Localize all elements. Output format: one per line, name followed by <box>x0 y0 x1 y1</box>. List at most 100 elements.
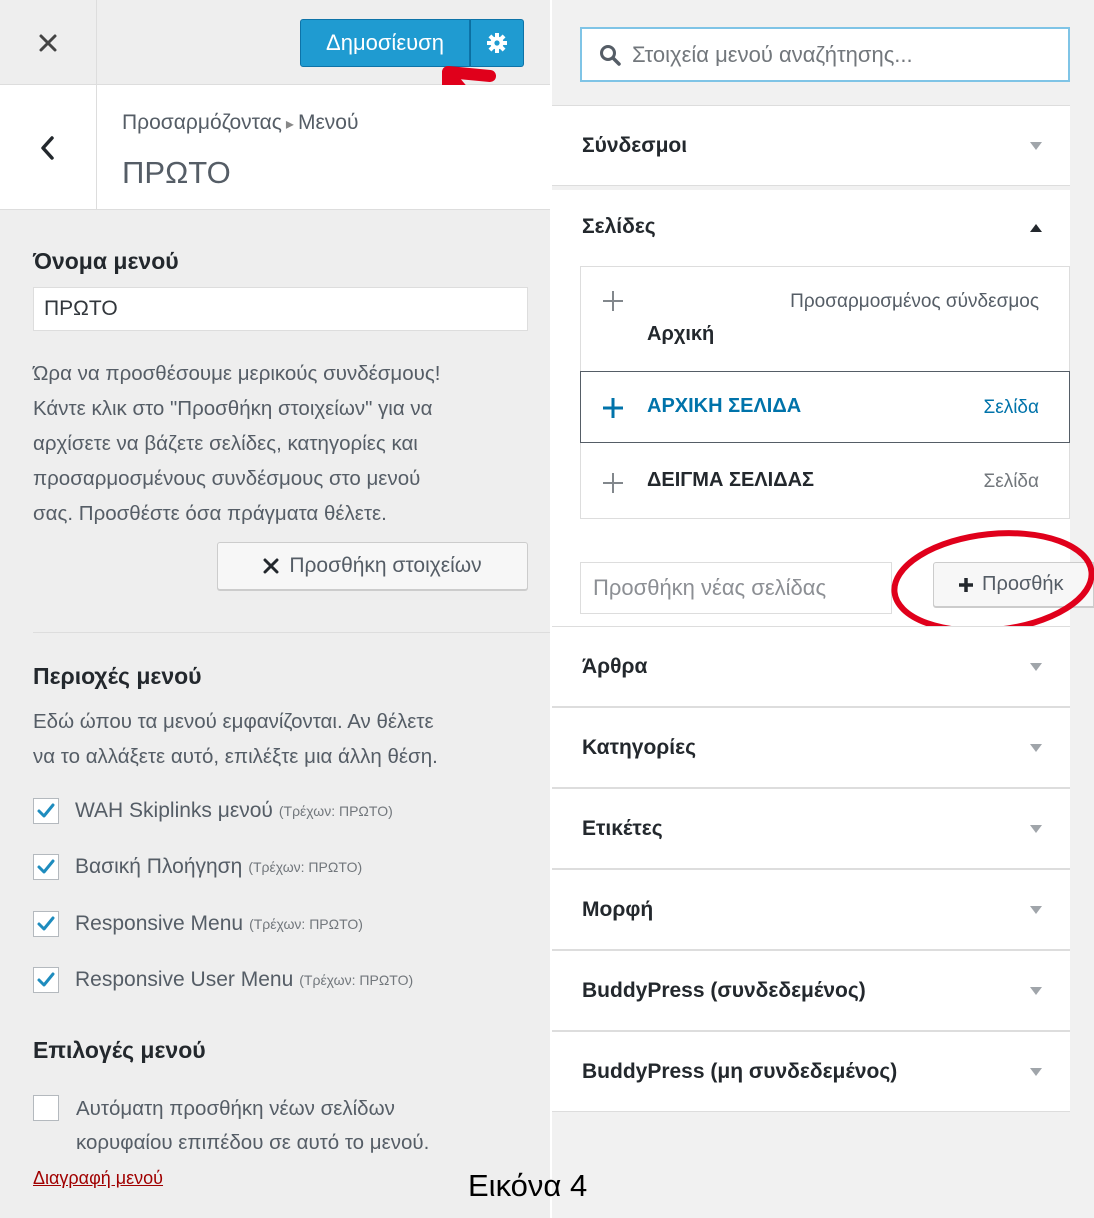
auto-add-line: κορυφαίου επιπέδου σε αυτό το μενού. <box>76 1131 430 1154</box>
checkmark-icon <box>37 916 55 931</box>
close-button[interactable] <box>0 0 97 85</box>
location-row-responsive-user: Responsive User Menu (Τρέχων: ΠΡΩΤΟ) <box>33 964 413 996</box>
item-title: Αρχική <box>647 323 715 345</box>
accordion-buddypress-logged-in[interactable]: BuddyPress (συνδεδεμένος) <box>552 950 1070 1031</box>
accordion-links[interactable]: Σύνδεσμοι <box>552 105 1070 186</box>
back-button[interactable] <box>0 85 97 210</box>
accordion-posts[interactable]: Άρθρα <box>552 626 1070 707</box>
accordion-format[interactable]: Μορφή <box>552 869 1070 950</box>
search-input[interactable] <box>632 41 1052 68</box>
location-current: (Τρέχων: ΠΡΩΤΟ) <box>278 803 393 819</box>
plus-icon <box>603 398 623 418</box>
intro-text: Ώρα να προσθέσουμε μερικούς συνδέσμους! … <box>33 356 440 531</box>
location-current: (Τρέχων: ΠΡΩΤΟ) <box>299 972 414 988</box>
plus-icon <box>603 473 623 493</box>
chevron-down-icon <box>1030 1067 1042 1076</box>
accordion-title: Μορφή <box>582 897 654 921</box>
accordion-title: BuddyPress (μη συνδεδεμένος) <box>582 1059 898 1083</box>
location-checkbox-responsive[interactable] <box>33 911 59 937</box>
location-checkbox-main-nav[interactable] <box>33 854 59 880</box>
desc-line: να το αλλάξετε αυτό, επιλέξτε μια άλλη θ… <box>33 745 438 768</box>
menu-locations-title: Περιοχές μενού <box>33 663 202 689</box>
accordion-buddypress-logged-out[interactable]: BuddyPress (μη συνδεδεμένος) <box>552 1031 1070 1112</box>
search-box <box>580 27 1070 82</box>
accordion-categories[interactable]: Κατηγορίες <box>552 707 1070 788</box>
section-header: Προσαρμόζοντας ▸ Μενού ΠΡΩΤΟ <box>0 85 550 210</box>
menu-locations-desc: Εδώ ώπου τα μενού εμφανίζονται. Αν θέλετ… <box>33 704 438 774</box>
publish-settings-button[interactable] <box>470 19 524 67</box>
chevron-down-icon <box>1030 905 1042 914</box>
auto-add-label: Αυτόματη προσθήκη νέων σελίδων κορυφαίου… <box>76 1092 429 1160</box>
location-label: Responsive Menu <box>75 912 244 935</box>
menu-name-input[interactable] <box>33 287 528 331</box>
breadcrumb-separator: ▸ <box>285 116 294 133</box>
desc-line: Εδώ ώπου τα μενού εμφανίζονται. Αν θέλετ… <box>33 710 434 733</box>
intro-line: αρχίσετε να βάζετε σελίδες, κατηγορίες κ… <box>33 432 418 455</box>
accordion-title: BuddyPress (συνδεδεμένος) <box>582 978 866 1002</box>
chevron-down-icon <box>1030 662 1042 671</box>
add-items-button[interactable]: Προσθήκη στοιχείων <box>217 542 528 590</box>
accordion-pages-header[interactable]: Σελίδες <box>552 190 1070 266</box>
search-icon <box>600 44 621 66</box>
accordion-title: Άρθρα <box>582 654 648 678</box>
close-icon <box>39 34 57 51</box>
breadcrumb: Προσαρμόζοντας ▸ Μενού <box>122 111 358 135</box>
auto-add-checkbox[interactable] <box>33 1095 59 1121</box>
list-item[interactable]: ΔΕΙΓΜΑ ΣΕΛΙΔΑΣ Σελίδα <box>581 443 1069 518</box>
auto-add-line: Αυτόματη προσθήκη νέων σελίδων <box>76 1097 395 1120</box>
chevron-up-icon <box>1030 224 1042 232</box>
list-item[interactable]: ΑΡΧΙΚΗ ΣΕΛΙΔΑ Σελίδα <box>580 371 1070 443</box>
pages-list: Προσαρμοσμένος σύνδεσμος Αρχική ΑΡΧΙΚΗ Σ… <box>580 266 1070 519</box>
customizer-sidebar: Δημοσίευση Προσαρμόζοντας ▸ Μενού ΠΡΩΤΟ … <box>0 0 550 1218</box>
location-row-responsive: Responsive Menu (Τρέχων: ΠΡΩΤΟ) <box>33 908 363 940</box>
item-title: ΔΕΙΓΜΑ ΣΕΛΙΔΑΣ <box>647 469 815 491</box>
location-checkbox-responsive-user[interactable] <box>33 967 59 993</box>
figure-caption: Εικόνα 4 <box>468 1168 588 1203</box>
location-label: WAH Skiplinks μενού <box>75 799 273 822</box>
intro-line: Κάντε κλικ στο "Προσθήκη στοιχείων" για … <box>33 397 433 420</box>
accordion-title: Ετικέτες <box>582 816 663 840</box>
annotation-circle-icon <box>891 530 1094 634</box>
new-page-input[interactable] <box>580 562 892 614</box>
publish-button[interactable]: Δημοσίευση <box>300 19 470 67</box>
delete-menu-link[interactable]: Διαγραφή μενού <box>33 1168 163 1189</box>
page-title: ΠΡΩΤΟ <box>122 155 231 190</box>
checkmark-icon <box>37 972 55 987</box>
breadcrumb-current: Μενού <box>297 111 359 134</box>
item-type: Προσαρμοσμένος σύνδεσμος <box>790 291 1039 312</box>
intro-line: σας. Προσθέστε όσα πράγματα θέλετε. <box>33 502 387 525</box>
add-items-label: Προσθήκη στοιχείων <box>289 554 482 577</box>
chevron-down-icon <box>1030 743 1042 752</box>
divider <box>33 632 550 633</box>
chevron-left-icon <box>41 135 54 160</box>
intro-line: Ώρα να προσθέσουμε μερικούς συνδέσμους! <box>33 362 441 385</box>
available-menu-items-panel: Σύνδεσμοι Σελίδες Προσαρμοσμένος σύνδεσμ… <box>552 0 1094 1218</box>
location-checkbox-skiplinks[interactable] <box>33 798 59 824</box>
location-row-skiplinks: WAH Skiplinks μενού (Τρέχων: ΠΡΩΤΟ) <box>33 795 393 827</box>
accordion-title: Σελίδες <box>582 215 656 238</box>
location-label: Βασική Πλοήγηση <box>75 855 243 878</box>
chevron-down-icon <box>1030 824 1042 833</box>
item-type: Σελίδα <box>983 397 1040 418</box>
breadcrumb-root: Προσαρμόζοντας <box>122 111 282 134</box>
checkmark-icon <box>37 803 55 818</box>
item-title: ΑΡΧΙΚΗ ΣΕΛΙΔΑ <box>647 395 802 417</box>
location-row-main-nav: Βασική Πλοήγηση (Τρέχων: ΠΡΩΤΟ) <box>33 851 362 883</box>
accordion-title: Σύνδεσμοι <box>582 133 688 157</box>
gear-icon <box>487 33 507 53</box>
item-type: Σελίδα <box>983 471 1040 492</box>
intro-line: προσαρμοσμένους συνδέσμους στο μενού <box>33 467 421 490</box>
checkmark-icon <box>37 859 55 874</box>
menu-name-label: Όνομα μενού <box>33 248 179 274</box>
list-item[interactable]: Προσαρμοσμένος σύνδεσμος Αρχική <box>581 267 1069 371</box>
accordion-tags[interactable]: Ετικέτες <box>552 788 1070 869</box>
location-label: Responsive User Menu <box>75 968 294 991</box>
location-current: (Τρέχων: ΠΡΩΤΟ) <box>249 916 363 932</box>
menu-options-title: Επιλογές μενού <box>33 1037 206 1063</box>
plus-icon <box>603 291 623 311</box>
chevron-down-icon <box>1030 141 1042 150</box>
location-current: (Τρέχων: ΠΡΩΤΟ) <box>248 859 363 875</box>
close-icon <box>263 558 279 574</box>
chevron-down-icon <box>1030 986 1042 995</box>
accordion-title: Κατηγορίες <box>582 735 697 759</box>
